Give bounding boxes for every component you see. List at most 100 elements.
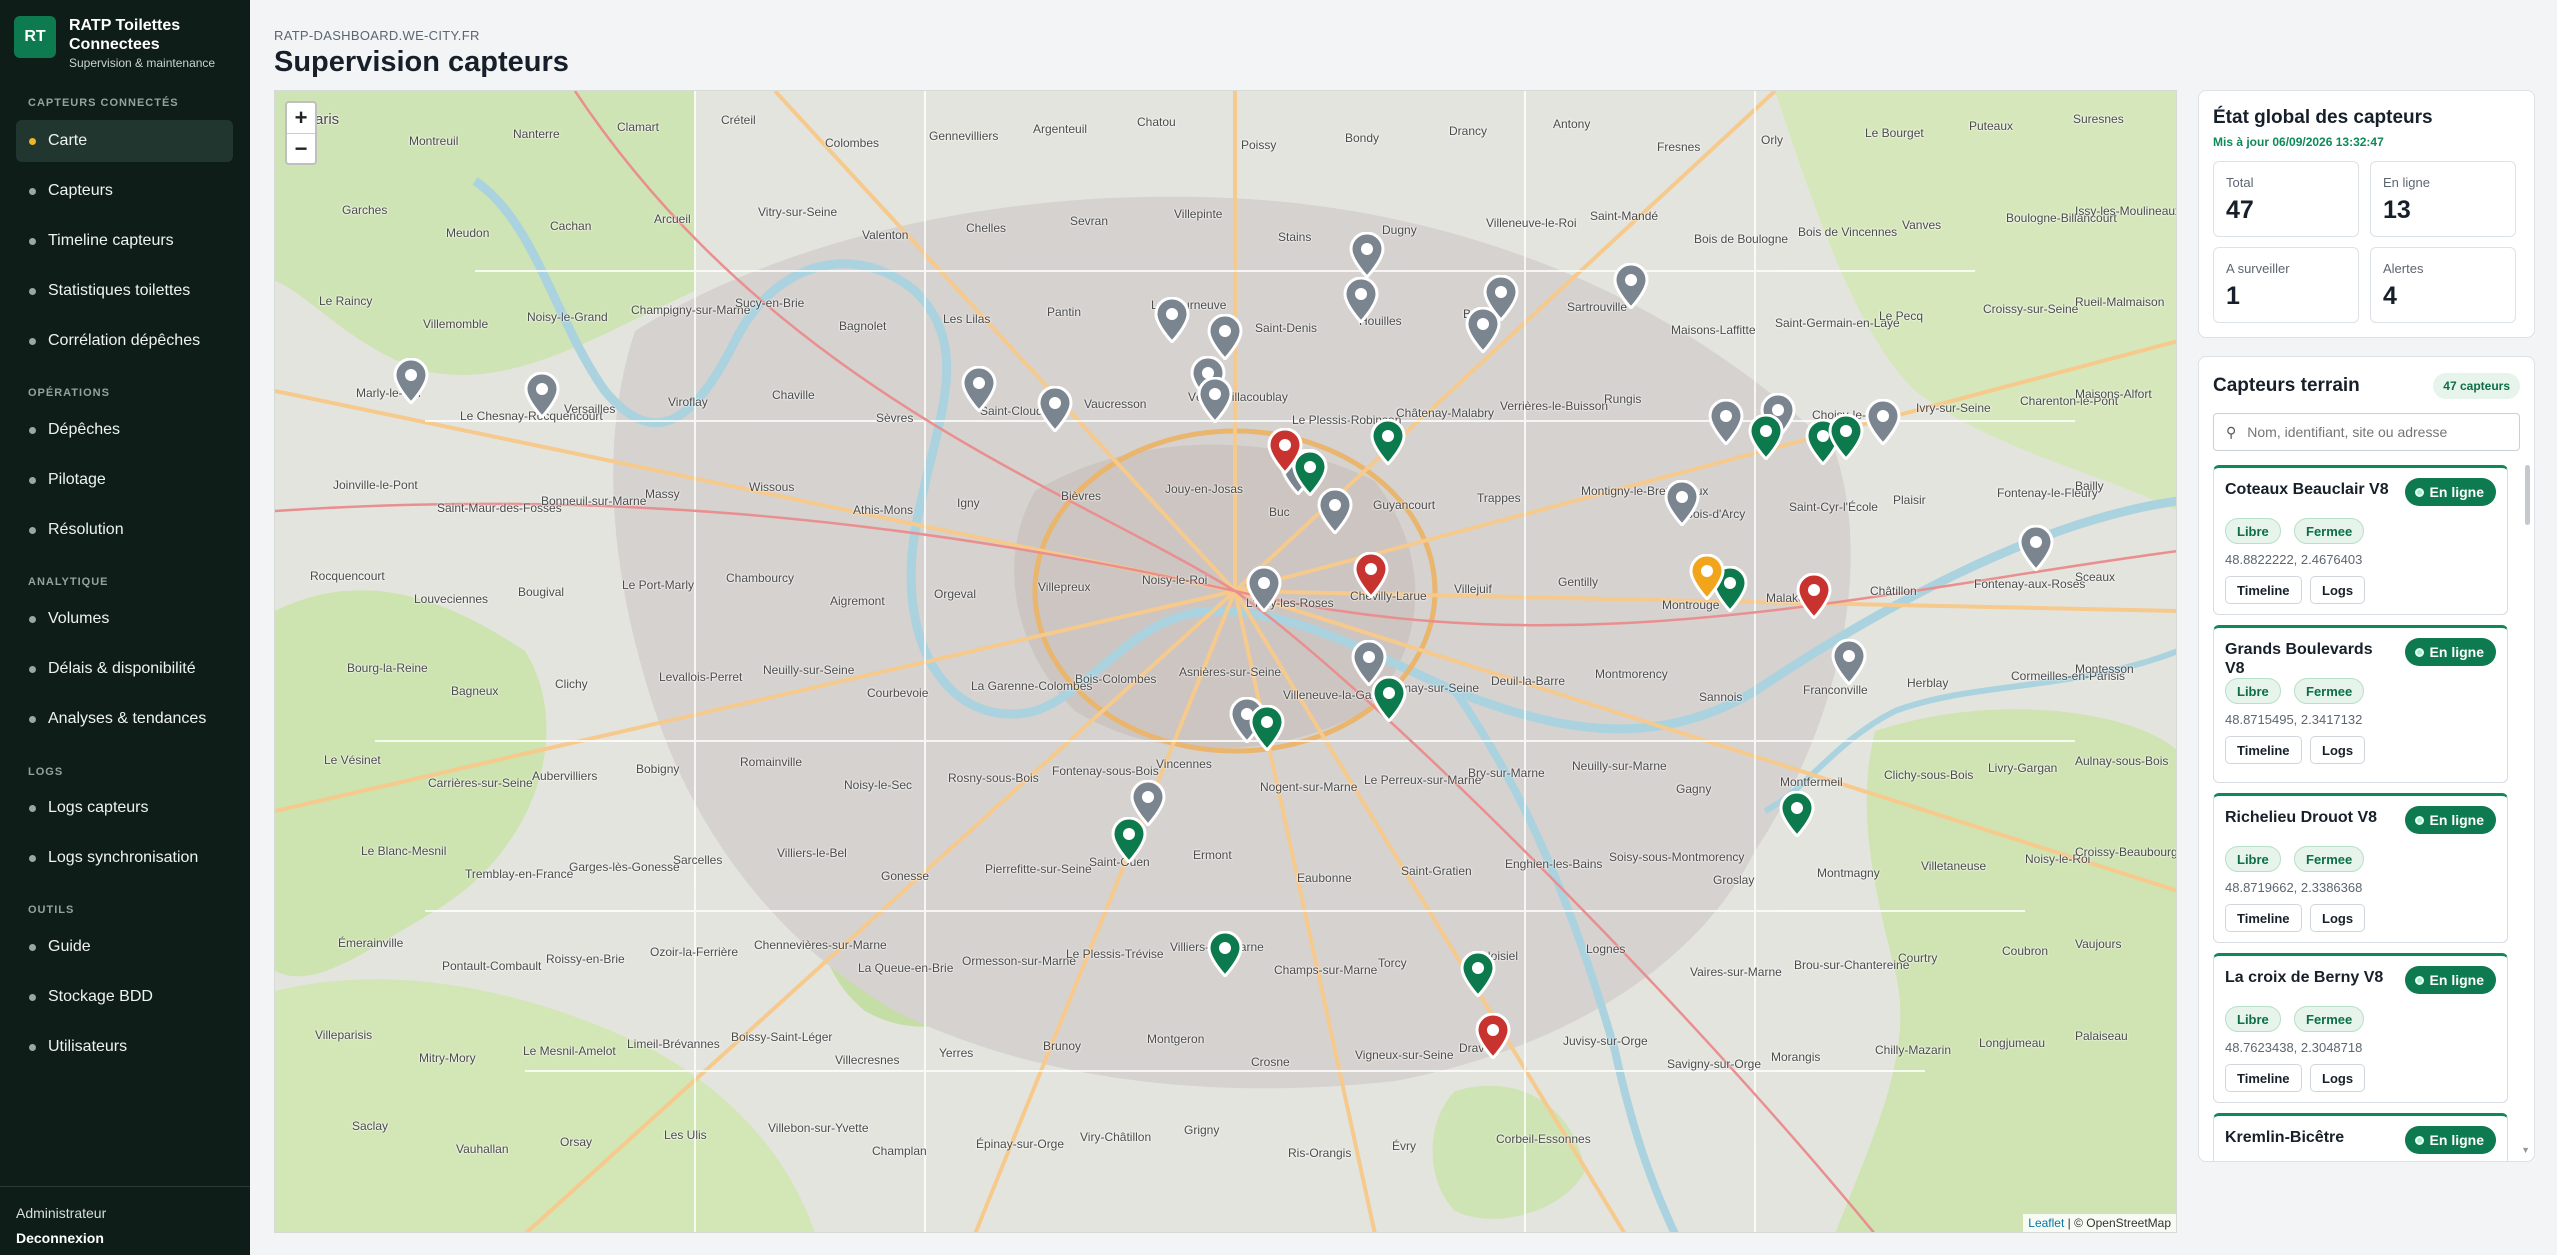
sensor-marker-green[interactable]	[1459, 950, 1497, 999]
sensor-marker-red[interactable]	[1474, 1012, 1512, 1061]
map-place-label: Chennevières-sur-Marne	[754, 938, 887, 952]
map-pin-icon	[1353, 551, 1389, 600]
map-pin-icon	[1343, 276, 1379, 324]
sensor-marker-grey[interactable]	[1830, 638, 1868, 687]
sensor-marker-grey[interactable]	[960, 365, 998, 414]
sensor-marker-grey[interactable]	[1464, 306, 1502, 355]
map-place-label: Brou-sur-Chantereine	[1794, 958, 1910, 972]
sensor-marker-grey[interactable]	[2017, 524, 2055, 573]
sensor-marker-grey[interactable]	[1196, 376, 1234, 424]
logs-button[interactable]: Logs	[2310, 1064, 2366, 1092]
timeline-button[interactable]: Timeline	[2225, 1064, 2302, 1092]
sensor-marker-grey[interactable]	[1206, 313, 1244, 361]
sensor-marker-grey[interactable]	[1612, 262, 1650, 311]
leaflet-link[interactable]: Leaflet	[2028, 1216, 2064, 1230]
nav-item-depeches[interactable]: Dépêches	[16, 409, 233, 451]
sensor-marker-red[interactable]	[1266, 427, 1304, 475]
nav-item-analyses-tendances[interactable]: Analyses & tendances	[16, 698, 233, 740]
map-place-label: Aubervilliers	[532, 768, 598, 783]
nav-item-logs-capteurs[interactable]: Logs capteurs	[16, 787, 233, 829]
sensor-marker-green[interactable]	[1370, 675, 1408, 724]
nav-item-stockage-bdd[interactable]: Stockage BDD	[16, 976, 233, 1018]
sensor-marker-green[interactable]	[1778, 790, 1816, 839]
timeline-button[interactable]: Timeline	[2225, 736, 2302, 764]
sensor-marker-grey[interactable]	[1036, 385, 1074, 434]
map-place-label: Villiers-le-Bel	[777, 846, 847, 861]
map-pin-icon	[1796, 572, 1832, 621]
sensor-card[interactable]: Grands Boulevards V8 En ligne Libre Fermee 4…	[2213, 625, 2508, 783]
nav-item-capteurs[interactable]: Capteurs	[16, 170, 233, 212]
nav-item-pilotage[interactable]: Pilotage	[16, 459, 233, 501]
map-place-label: Yerres	[939, 1045, 974, 1060]
sensor-marker-green[interactable]	[1206, 930, 1244, 979]
sensor-card[interactable]: Richelieu Drouot V8 En ligne Libre Fermee 48…	[2213, 793, 2508, 943]
sensor-marker-grey[interactable]	[523, 371, 561, 420]
sensor-marker-green[interactable]	[1110, 816, 1148, 865]
map-place-label: Groslay	[1713, 873, 1755, 888]
timeline-button[interactable]: Timeline	[2225, 904, 2302, 932]
sensor-marker-grey[interactable]	[1707, 398, 1745, 447]
map-place-label: Carrières-sur-Seine	[428, 775, 533, 790]
logs-button[interactable]: Logs	[2310, 576, 2366, 604]
nav-item-volumes[interactable]: Volumes	[16, 598, 233, 640]
sensor-marker-grey[interactable]	[1245, 565, 1283, 614]
map-place-label: Gonesse	[881, 869, 930, 884]
sensor-card[interactable]: Coteaux Beauclair V8 En ligne Libre Fermee 4…	[2213, 465, 2508, 615]
sensor-card[interactable]: Kremlin-Bicêtre En ligne	[2213, 1113, 2508, 1161]
sensor-marker-grey[interactable]	[1342, 276, 1380, 324]
map-place-label: Puteaux	[1969, 119, 2014, 133]
map-place-label: Pierrefitte-sur-Seine	[985, 862, 1092, 877]
sensor-card[interactable]: La croix de Berny V8 En ligne Libre Fermee 4…	[2213, 953, 2508, 1103]
sensor-marker-green[interactable]	[1747, 413, 1785, 462]
status-badge-online: En ligne	[2404, 1126, 2496, 1154]
bullet-icon	[29, 943, 36, 951]
map-place-label: Villeneuve-le-Roi	[1486, 215, 1577, 230]
map-place-label: Le Bourget	[1865, 126, 1924, 140]
zoom-out-button[interactable]: −	[287, 133, 315, 163]
nav-item-resolution[interactable]: Résolution	[16, 509, 233, 551]
sensor-marker-orange[interactable]	[1688, 553, 1726, 601]
nav-item-logs-synchronisation[interactable]: Logs synchronisation	[16, 837, 233, 879]
nav-item-carte[interactable]: Carte	[16, 120, 233, 162]
list-scrollbar[interactable]	[2525, 465, 2530, 525]
map-place-label: Les Lilas	[943, 312, 991, 327]
nav-item-timeline-capteurs[interactable]: Timeline capteurs	[16, 220, 233, 262]
map-place-label: Sucy-en-Brie	[735, 296, 805, 311]
nav-item-statistiques-toilettes[interactable]: Statistiques toilettes	[16, 270, 233, 312]
sensor-marker-grey[interactable]	[392, 357, 430, 405]
sensor-marker-green[interactable]	[1827, 413, 1865, 461]
status-badge-online: En ligne	[2404, 806, 2496, 834]
map-place-label: Antony	[1553, 117, 1591, 131]
timeline-button[interactable]: Timeline	[2225, 576, 2302, 604]
logs-button[interactable]: Logs	[2310, 904, 2366, 932]
sensor-marker-red[interactable]	[1795, 572, 1833, 621]
map-place-label: Émerainville	[338, 936, 404, 950]
map-place-label: Soisy-sous-Montmorency	[1609, 850, 1745, 865]
map-place-label: Arcueil	[654, 211, 691, 226]
map-place-label: Rungis	[1604, 392, 1642, 406]
nav-item-guide[interactable]: Guide	[16, 926, 233, 968]
active-dot-icon	[29, 137, 36, 145]
nav-section-operations: OPÉRATIONS	[28, 387, 110, 399]
nav-item-utilisateurs[interactable]: Utilisateurs	[16, 1026, 233, 1068]
sensor-map[interactable]: Paris Montreuil Nanterre Clamart Créteil Colo…	[274, 90, 2177, 1233]
sensor-marker-grey[interactable]	[1153, 296, 1191, 345]
sensor-marker-green[interactable]	[1248, 704, 1286, 753]
nav-item-correlation-depeches[interactable]: Corrélation dépêches	[16, 320, 233, 362]
sensor-name: Grands Boulevards V8	[2225, 641, 2373, 677]
chip-fermee: Fermee	[2294, 518, 2365, 544]
nav-item-delais-disponibilite[interactable]: Délais & disponibilité	[16, 648, 233, 690]
sensor-search[interactable]: ⚲	[2213, 413, 2520, 451]
map-place-label: Igny	[957, 495, 980, 510]
scroll-down-icon[interactable]: ▼	[2521, 1145, 2530, 1155]
sensor-marker-grey[interactable]	[1663, 479, 1701, 527]
zoom-in-button[interactable]: +	[287, 103, 315, 133]
map-place-label: Louveciennes	[414, 592, 489, 607]
sensor-marker-red[interactable]	[1352, 551, 1390, 600]
logs-button[interactable]: Logs	[2310, 736, 2366, 764]
sensor-search-input[interactable]	[2247, 424, 2498, 440]
logout-link[interactable]: Deconnexion	[16, 1230, 250, 1246]
sensor-marker-grey[interactable]	[1348, 231, 1386, 280]
sensor-marker-grey[interactable]	[1864, 398, 1902, 447]
sensor-marker-green[interactable]	[1369, 418, 1407, 466]
